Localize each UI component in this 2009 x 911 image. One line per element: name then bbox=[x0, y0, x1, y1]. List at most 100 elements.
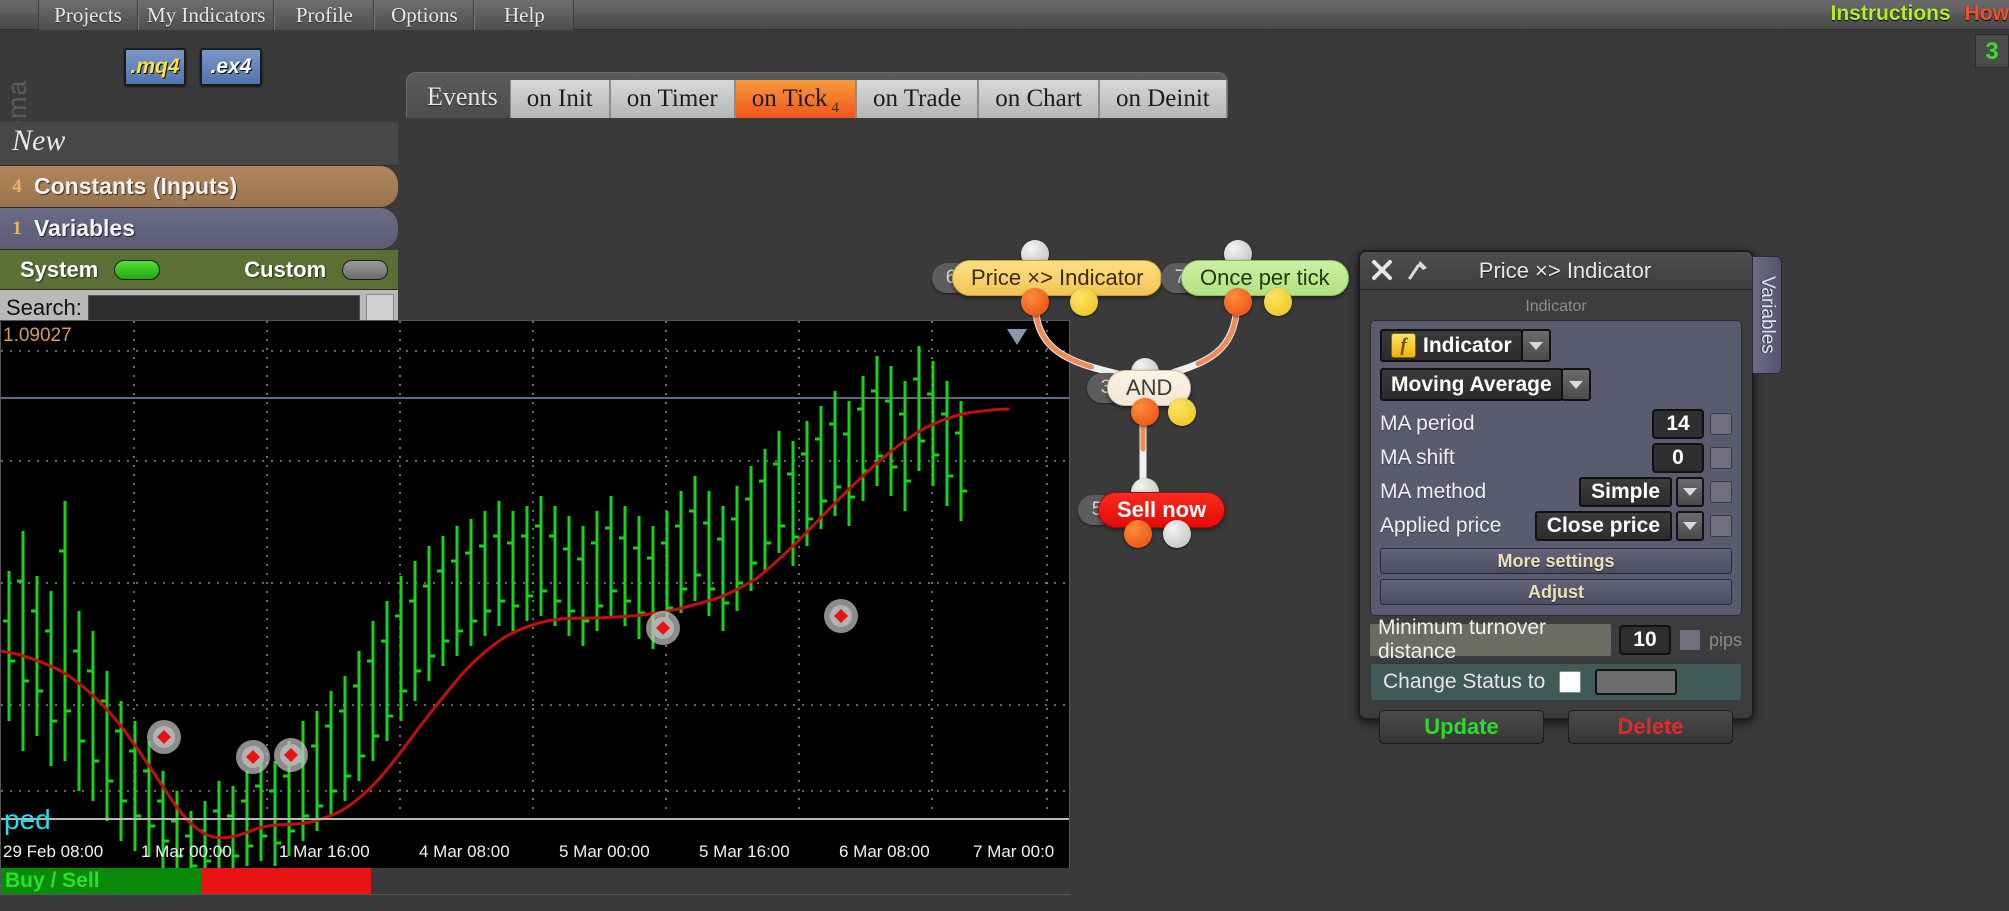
how-link[interactable]: How bbox=[1965, 2, 2009, 26]
chart-price-label: 1.09027 bbox=[3, 325, 72, 346]
instructions-link[interactable]: Instructions bbox=[1830, 2, 1950, 26]
ma-shift-checkbox[interactable] bbox=[1710, 447, 1732, 469]
menu-item-profile[interactable]: Profile bbox=[274, 0, 375, 30]
buy-sell-bar[interactable]: Buy / Sell bbox=[1, 868, 1071, 894]
field-ma-period: MA period 14 bbox=[1380, 407, 1732, 441]
node7-label: Once per tick bbox=[1200, 265, 1330, 290]
pin-icon[interactable] bbox=[1406, 258, 1432, 284]
indicator-name-dropdown-arrow[interactable] bbox=[1560, 368, 1591, 401]
node-once-per-tick[interactable]: Once per tick bbox=[1181, 260, 1349, 296]
indicator-type-row: f Indicator bbox=[1380, 329, 1732, 362]
menu-item-my-indicators[interactable]: My Indicators bbox=[138, 0, 275, 30]
tab-on-tick-count: 4 bbox=[831, 100, 839, 116]
chevron-down-icon bbox=[1683, 488, 1697, 496]
xtick-0: 29 Feb 08:00 bbox=[3, 842, 104, 861]
sidebar-item-constants[interactable]: 4 Constants (Inputs) bbox=[0, 166, 398, 208]
sell-segment bbox=[201, 868, 371, 894]
change-status-row: Change Status to bbox=[1370, 663, 1742, 701]
tab-on-trade[interactable]: on Trade bbox=[855, 80, 979, 118]
chevron-down-icon bbox=[1528, 341, 1543, 350]
tab-on-timer-label: on Timer bbox=[626, 85, 718, 112]
change-status-checkbox[interactable] bbox=[1559, 671, 1582, 693]
applied-price-dropdown-arrow[interactable] bbox=[1676, 511, 1704, 541]
ex4-button[interactable]: .ex4 bbox=[200, 48, 262, 86]
function-icon: f bbox=[1391, 333, 1416, 358]
indicator-name-value: Moving Average bbox=[1391, 372, 1552, 396]
tab-on-init[interactable]: on Init bbox=[509, 80, 610, 118]
ma-period-input[interactable]: 14 bbox=[1652, 409, 1704, 439]
minimum-turnover-row: Minimum turnover distance 10 pips bbox=[1370, 616, 1742, 663]
applied-price-select[interactable]: Close price bbox=[1534, 511, 1672, 541]
indicator-section-label: Indicator bbox=[1525, 298, 1587, 315]
top-bar: Projects My Indicators Profile Options H… bbox=[0, 0, 2009, 30]
node-and[interactable]: AND bbox=[1107, 370, 1192, 406]
tab-on-chart-label: on Chart bbox=[995, 85, 1082, 112]
tab-on-init-label: on Init bbox=[526, 85, 593, 112]
ma-method-dropdown-arrow[interactable] bbox=[1676, 477, 1704, 507]
applied-price-checkbox[interactable] bbox=[1710, 515, 1732, 537]
search-resize-handle[interactable] bbox=[366, 293, 394, 322]
tab-on-chart[interactable]: on Chart bbox=[978, 80, 1099, 118]
search-input[interactable] bbox=[87, 294, 360, 321]
tab-on-tick-label: on Tick bbox=[751, 85, 828, 112]
xtick-4: 5 Mar 00:00 bbox=[559, 842, 650, 861]
mq4-button[interactable]: .mq4 bbox=[124, 48, 186, 86]
minimum-turnover-checkbox[interactable] bbox=[1678, 629, 1701, 651]
node5-label: Sell now bbox=[1117, 497, 1207, 522]
tab-on-timer[interactable]: on Timer bbox=[609, 80, 735, 118]
tab-on-trade-label: on Trade bbox=[872, 85, 962, 112]
sidebar-item-variables[interactable]: 1 Variables bbox=[0, 208, 398, 250]
indicator-settings-box: f Indicator Moving Average MA period 14 bbox=[1370, 320, 1742, 616]
constants-label: Constants (Inputs) bbox=[34, 173, 238, 199]
close-icon[interactable] bbox=[1370, 258, 1396, 284]
chevron-down-icon bbox=[1683, 522, 1697, 530]
notification-badge[interactable]: 3 bbox=[1975, 34, 2009, 68]
properties-panel-titlebar: Price ×> Indicator bbox=[1360, 252, 1752, 290]
constants-count: 4 bbox=[12, 175, 22, 197]
indicator-name-select[interactable]: Moving Average bbox=[1380, 368, 1563, 401]
ma-period-checkbox[interactable] bbox=[1710, 413, 1732, 435]
tab-on-deinit[interactable]: on Deinit bbox=[1099, 80, 1227, 118]
tab-on-tick[interactable]: on Tick 4 bbox=[734, 80, 856, 118]
price-chart[interactable]: 1.09027 ped 29 Feb 08:00 1 Mar 00:00 1 M… bbox=[0, 320, 1071, 895]
ma-method-checkbox[interactable] bbox=[1710, 481, 1732, 503]
properties-panel-title: Price ×> Indicator bbox=[1478, 257, 1652, 283]
node-sell-now[interactable]: Sell now bbox=[1098, 492, 1226, 528]
chart-canvas bbox=[1, 321, 1069, 894]
system-toggle[interactable] bbox=[114, 259, 161, 280]
update-button[interactable]: Update bbox=[1379, 710, 1544, 744]
events-label: Events bbox=[427, 82, 498, 111]
indicator-name-row: Moving Average bbox=[1380, 368, 1732, 401]
menu-item-projects[interactable]: Projects bbox=[38, 0, 138, 30]
file-type-buttons: .mq4 .ex4 bbox=[124, 48, 262, 86]
custom-toggle[interactable] bbox=[342, 259, 389, 280]
menu-item-help[interactable]: Help bbox=[474, 0, 575, 30]
sidebar-new-label[interactable]: New bbox=[0, 122, 398, 166]
search-label: Search: bbox=[6, 294, 82, 320]
properties-panel: Price ×> Indicator Indicator f Indicator… bbox=[1358, 250, 1754, 744]
xtick-7: 7 Mar 00:0 bbox=[973, 842, 1055, 861]
applied-price-label: Applied price bbox=[1380, 514, 1502, 537]
change-status-label: Change Status to bbox=[1383, 670, 1546, 693]
pips-label: pips bbox=[1708, 629, 1742, 650]
menu-item-options[interactable]: Options bbox=[374, 0, 475, 30]
indicator-type-dropdown-arrow[interactable] bbox=[1520, 329, 1551, 362]
minimum-turnover-input[interactable]: 10 bbox=[1618, 625, 1671, 655]
variables-side-tab[interactable]: Variables bbox=[1752, 256, 1782, 374]
events-tab-bar: Events on Init on Timer on Tick 4 on Trad… bbox=[406, 72, 1228, 118]
indicator-type-select[interactable]: f Indicator bbox=[1380, 329, 1523, 362]
delete-button[interactable]: Delete bbox=[1568, 710, 1733, 744]
adjust-button[interactable]: Adjust bbox=[1380, 579, 1732, 605]
node6-label: Price ×> Indicator bbox=[971, 265, 1144, 290]
buy-sell-label: Buy / Sell bbox=[5, 869, 100, 892]
chart-truncated-label: ped bbox=[4, 804, 51, 835]
change-status-input[interactable] bbox=[1595, 669, 1678, 695]
system-custom-row: System Custom bbox=[0, 250, 398, 290]
xtick-1: 1 Mar 00:00 bbox=[141, 842, 232, 861]
ma-shift-input[interactable]: 0 bbox=[1652, 443, 1704, 473]
custom-label: Custom bbox=[244, 256, 327, 282]
ma-period-label: MA period bbox=[1380, 412, 1475, 435]
more-settings-button[interactable]: More settings bbox=[1380, 548, 1732, 574]
node-price-crosses-indicator[interactable]: Price ×> Indicator bbox=[952, 260, 1163, 296]
ma-method-select[interactable]: Simple bbox=[1579, 477, 1672, 507]
